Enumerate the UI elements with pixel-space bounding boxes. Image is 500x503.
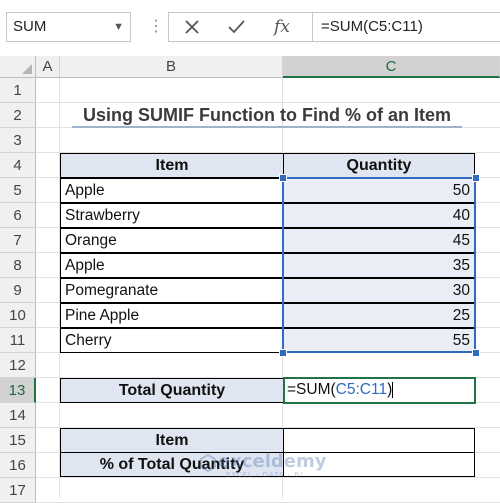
item-quantity-cell[interactable]: 30 <box>283 278 475 303</box>
row-header-16[interactable]: 16 <box>0 453 36 478</box>
select-all-corner[interactable] <box>0 56 36 78</box>
row-header-7[interactable]: 7 <box>0 228 36 253</box>
x-icon <box>185 20 199 34</box>
row-header-12[interactable]: 12 <box>0 353 36 378</box>
enter-button[interactable] <box>216 12 256 42</box>
watermark-tagline: EXCEL · DATA · BI <box>226 471 304 479</box>
name-box[interactable]: SUM ▼ <box>6 12 131 42</box>
item-quantity-cell[interactable]: 50 <box>283 178 475 203</box>
header-quantity[interactable]: Quantity <box>283 153 475 178</box>
item-name-cell[interactable]: Pine Apple <box>60 303 284 328</box>
exceldemy-watermark: exceldemy EXCEL · DATA · BI <box>200 450 340 480</box>
selection-handle-bottom-right[interactable] <box>472 349 480 357</box>
row-header-13[interactable]: 13 <box>0 378 36 403</box>
row-header-1[interactable]: 1 <box>0 78 36 103</box>
row-header-5[interactable]: 5 <box>0 178 36 203</box>
column-header-c[interactable]: C <box>283 56 500 78</box>
item-name-cell[interactable]: Cherry <box>60 328 284 353</box>
row-header-3[interactable]: 3 <box>0 128 36 153</box>
formula-range-ref: C5:C11 <box>335 381 388 398</box>
active-cell-c13[interactable]: =SUM(C5:C11) <box>283 377 476 404</box>
item-name-cell[interactable]: Apple <box>60 178 284 203</box>
row-header-4[interactable]: 4 <box>0 153 36 178</box>
formula-bar: SUM ▼ ⋮ fx =SUM(C5:C11) <box>0 0 500 56</box>
row-header-17[interactable]: 17 <box>0 478 36 503</box>
item-quantity-cell[interactable]: 45 <box>283 228 475 253</box>
check-icon <box>228 20 245 34</box>
text-cursor <box>392 381 394 398</box>
fx-icon: fx <box>274 17 290 37</box>
more-options-icon[interactable]: ⋮ <box>148 16 164 38</box>
total-quantity-label[interactable]: Total Quantity <box>60 378 284 403</box>
watermark-name: exceldemy <box>218 451 327 472</box>
chevron-down-icon[interactable]: ▼ <box>113 13 124 41</box>
column-header-a[interactable]: A <box>36 56 60 78</box>
item-quantity-cell[interactable]: 55 <box>283 328 475 353</box>
formula-prefix: =SUM( <box>287 381 336 398</box>
formula-input[interactable]: =SUM(C5:C11) <box>312 12 500 42</box>
column-header-b[interactable]: B <box>60 56 283 78</box>
row-header-6[interactable]: 6 <box>0 203 36 228</box>
selection-handle-bottom-left[interactable] <box>279 349 287 357</box>
selection-handle-top-left[interactable] <box>279 174 287 182</box>
row-header-15[interactable]: 15 <box>0 428 36 453</box>
item-name-cell[interactable]: Apple <box>60 253 284 278</box>
item-name-cell[interactable]: Strawberry <box>60 203 284 228</box>
row-header-9[interactable]: 9 <box>0 278 36 303</box>
sheet-title: Using SUMIF Function to Find % of an Ite… <box>83 105 451 125</box>
row-header-2[interactable]: 2 <box>0 103 36 128</box>
exceldemy-logo-icon <box>200 454 216 472</box>
selection-handle-top-right[interactable] <box>472 174 480 182</box>
row-header-10[interactable]: 10 <box>0 303 36 328</box>
item-name-cell[interactable]: Pomegranate <box>60 278 284 303</box>
item-name-cell[interactable]: Orange <box>60 228 284 253</box>
insert-function-button[interactable]: fx <box>262 12 302 42</box>
item-quantity-cell[interactable]: 25 <box>283 303 475 328</box>
row-header-8[interactable]: 8 <box>0 253 36 278</box>
item-quantity-cell[interactable]: 40 <box>283 203 475 228</box>
name-box-value: SUM <box>13 18 47 35</box>
corner-triangle-icon <box>22 64 32 74</box>
row-header-14[interactable]: 14 <box>0 403 36 428</box>
cancel-button[interactable] <box>172 12 212 42</box>
cell-formula-edit[interactable]: =SUM(C5:C11) <box>285 379 474 401</box>
formula-text: =SUM(C5:C11) <box>321 18 423 35</box>
item-quantity-cell[interactable]: 35 <box>283 253 475 278</box>
header-item[interactable]: Item <box>60 153 284 178</box>
row-header-11[interactable]: 11 <box>0 328 36 353</box>
title-underline <box>72 126 462 128</box>
